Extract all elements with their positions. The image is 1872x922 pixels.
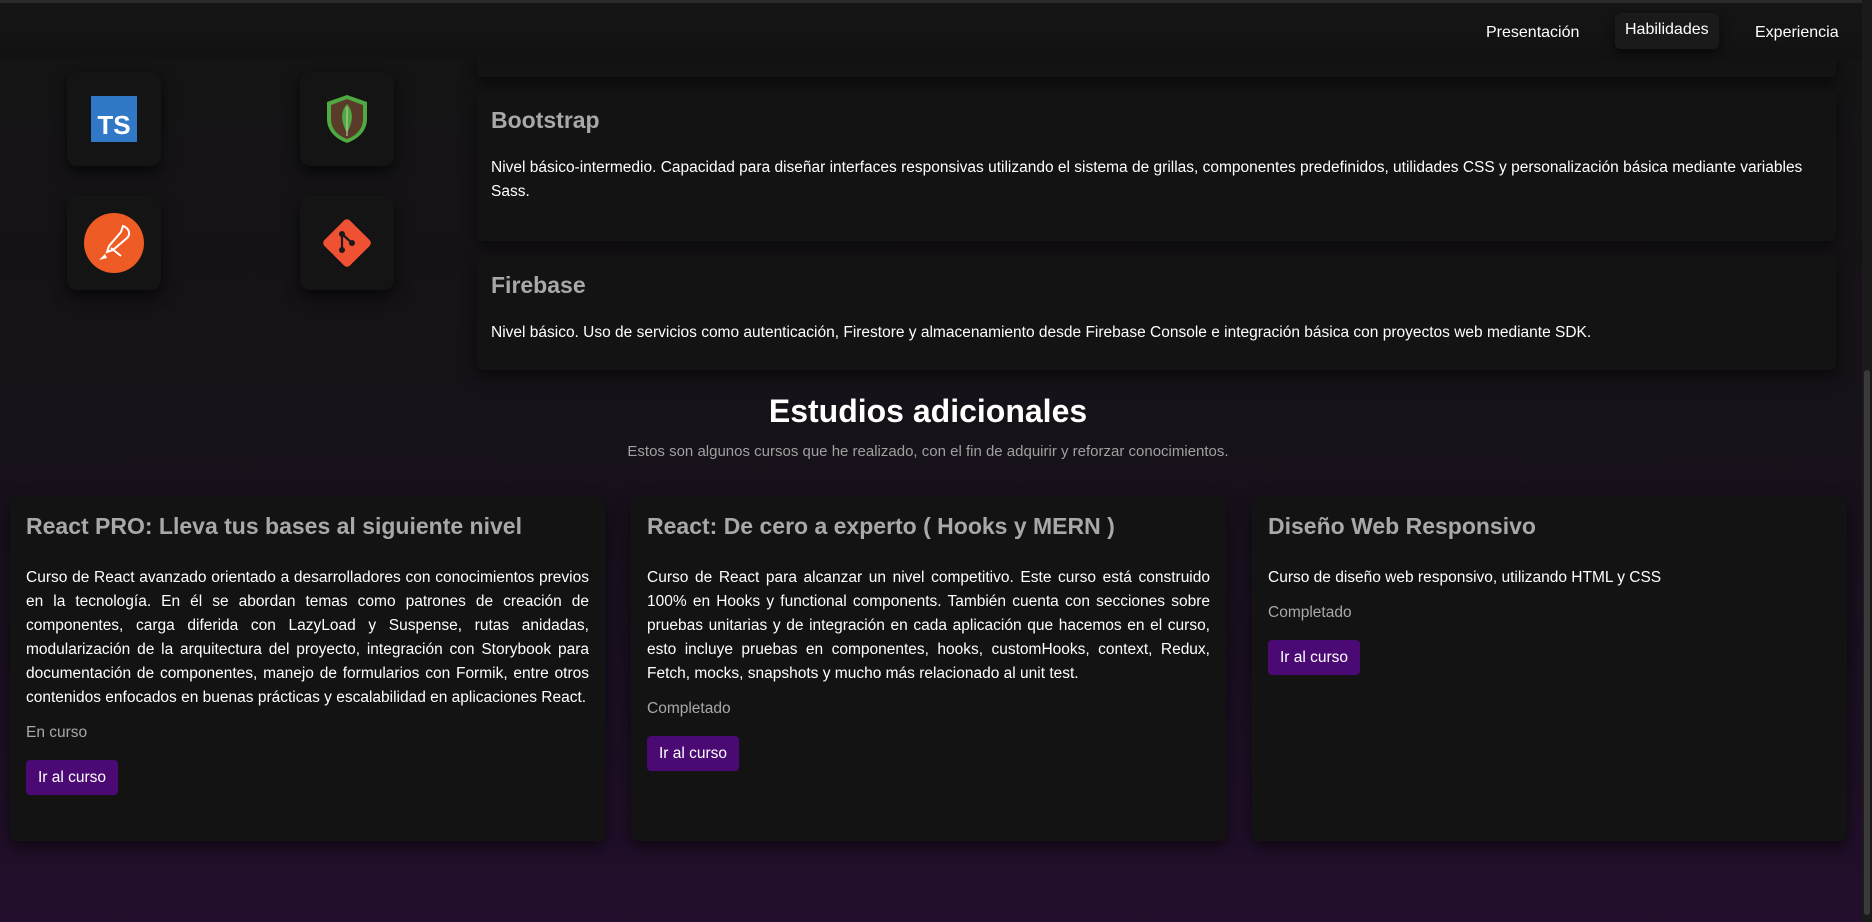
course-status: En curso [26,724,88,741]
page-scrollbar[interactable] [1862,0,1872,922]
scrollbar-thumb[interactable] [1864,370,1870,915]
skill-title: Bootstrap [491,107,600,133]
go-to-course-button[interactable]: Ir al curso [26,760,119,795]
git-icon [323,219,371,267]
course-description: Curso de React para alcanzar un nivel co… [647,569,1210,682]
course-card: Diseño Web Responsivo Curso de diseño we… [1252,497,1847,841]
git-tile [300,196,394,290]
section-subtitle: Estos son algunos cursos que he realizad… [627,443,1229,460]
course-status: Completado [647,700,731,717]
course-status: Completado [1268,604,1352,621]
postman-icon [84,213,144,273]
typescript-icon: TS [91,96,137,142]
skill-description: Nivel básico-intermedio. Capacidad para … [491,159,1803,200]
skill-card-firebase: Firebase Nivel básico. Uso de servicios … [477,256,1836,370]
go-to-course-button[interactable]: Ir al curso [647,736,740,771]
top-navigation: Presentación Habilidades Experiencia [0,0,1862,60]
typescript-tile: TS [67,72,161,166]
go-to-course-button[interactable]: Ir al curso [1268,640,1361,675]
course-description: Curso de diseño web responsivo, utilizan… [1268,569,1662,586]
nav-item-presentacion[interactable]: Presentación [1476,18,1589,48]
course-card: React: De cero a experto ( Hooks y MERN … [631,497,1226,841]
course-card: React PRO: Lleva tus bases al siguiente … [10,497,605,841]
course-title: React PRO: Lleva tus bases al siguiente … [26,513,522,539]
section-title: Estudios adicionales [768,393,1088,429]
skill-description: Nivel básico. Uso de servicios como aute… [491,324,1592,341]
svg-text:TS: TS [97,110,130,140]
mongodb-icon [327,95,367,143]
nav-item-experiencia[interactable]: Experiencia [1745,18,1849,48]
course-title: React: De cero a experto ( Hooks y MERN … [647,513,1115,539]
skill-card-bootstrap: Bootstrap Nivel básico-intermedio. Capac… [477,91,1836,241]
course-description: Curso de React avanzado orientado a desa… [26,569,589,706]
skill-title: Firebase [491,272,586,298]
mongodb-tile [300,72,394,166]
postman-tile [67,196,161,290]
nav-item-habilidades[interactable]: Habilidades [1615,13,1719,49]
course-title: Diseño Web Responsivo [1268,513,1536,539]
